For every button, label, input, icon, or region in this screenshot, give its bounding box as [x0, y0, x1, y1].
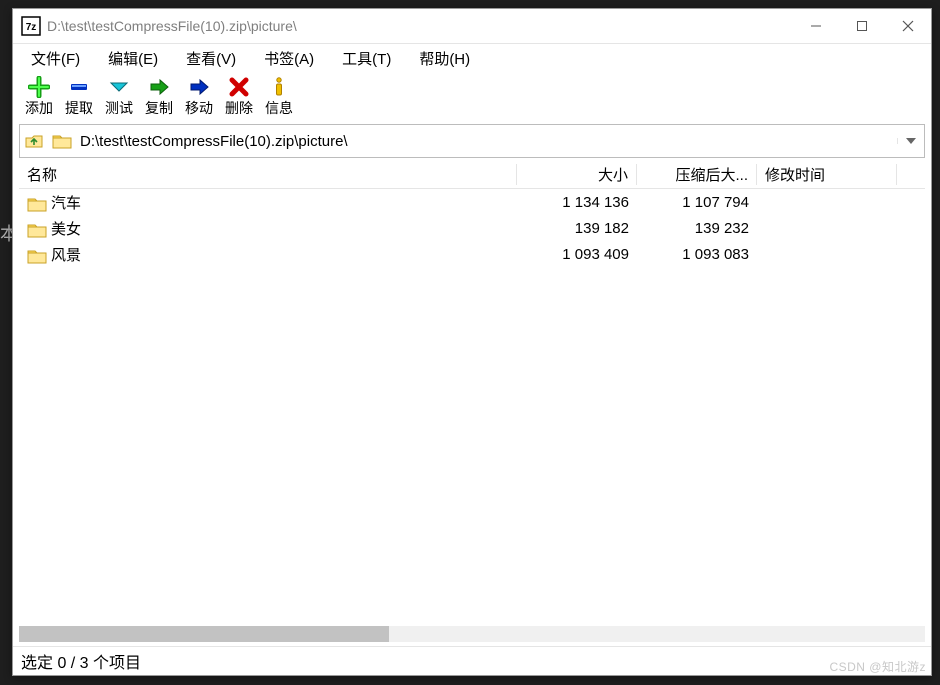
arrow-right-green-icon [148, 76, 170, 98]
statusbar: 选定 0 / 3 个项目 [13, 646, 931, 675]
add-button[interactable]: 添加 [19, 76, 59, 118]
plus-icon [28, 76, 50, 98]
close-button[interactable] [885, 9, 931, 43]
horizontal-scrollbar[interactable] [19, 626, 925, 642]
info-icon [268, 76, 290, 98]
menu-view[interactable]: 查看(V) [172, 44, 250, 73]
toolbar: 添加 提取 测试 复制 移动 删除 信息 [13, 72, 931, 120]
info-label: 信息 [265, 98, 293, 118]
cell-name: 风景 [19, 244, 517, 265]
maximize-button[interactable] [839, 9, 885, 43]
col-name-header[interactable]: 名称 [19, 164, 517, 185]
pathbar [19, 124, 925, 158]
delete-button[interactable]: 删除 [219, 76, 259, 118]
extract-label: 提取 [65, 98, 93, 118]
path-input[interactable] [76, 126, 897, 156]
file-list: 名称 大小 压缩后大... 修改时间 汽车1 134 1361 107 794美… [13, 160, 931, 646]
folder-icon [48, 133, 76, 149]
x-red-icon [228, 76, 250, 98]
delete-label: 删除 [225, 98, 253, 118]
cell-size: 1 134 136 [517, 194, 637, 211]
cell-packed: 1 107 794 [637, 194, 757, 211]
up-folder-button[interactable] [20, 132, 48, 150]
menu-tools[interactable]: 工具(T) [328, 44, 405, 73]
path-dropdown-button[interactable] [897, 138, 924, 144]
copy-label: 复制 [145, 98, 173, 118]
cell-name: 美女 [19, 218, 517, 239]
table-row[interactable]: 汽车1 134 1361 107 794 [19, 189, 925, 215]
col-size-header[interactable]: 大小 [517, 164, 637, 185]
menu-help[interactable]: 帮助(H) [405, 44, 484, 73]
arrow-right-blue-icon [188, 76, 210, 98]
col-modified-header[interactable]: 修改时间 [757, 164, 897, 185]
window-title: D:\test\testCompressFile(10).zip\picture… [47, 18, 297, 34]
extract-button[interactable]: 提取 [59, 76, 99, 118]
svg-text:7z: 7z [26, 22, 37, 33]
column-headers: 名称 大小 压缩后大... 修改时间 [19, 160, 925, 189]
menu-file[interactable]: 文件(F) [17, 44, 94, 73]
cell-packed: 139 232 [637, 220, 757, 237]
info-button[interactable]: 信息 [259, 76, 299, 118]
table-row[interactable]: 风景1 093 4091 093 083 [19, 241, 925, 267]
add-label: 添加 [25, 98, 53, 118]
minimize-button[interactable] [793, 9, 839, 43]
minus-icon [68, 76, 90, 98]
test-label: 测试 [105, 98, 133, 118]
menu-edit[interactable]: 编辑(E) [94, 44, 172, 73]
status-text: 选定 0 / 3 个项目 [21, 649, 141, 673]
titlebar: 7z D:\test\testCompressFile(10).zip\pict… [13, 9, 931, 44]
scroll-thumb[interactable] [19, 626, 389, 642]
cell-size: 1 093 409 [517, 246, 637, 263]
menu-bookmarks[interactable]: 书签(A) [250, 44, 328, 73]
rows-container: 汽车1 134 1361 107 794美女139 182139 232风景1 … [19, 189, 925, 626]
test-button[interactable]: 测试 [99, 76, 139, 118]
table-row[interactable]: 美女139 182139 232 [19, 215, 925, 241]
col-packed-header[interactable]: 压缩后大... [637, 164, 757, 185]
cell-size: 139 182 [517, 220, 637, 237]
menubar: 文件(F) 编辑(E) 查看(V) 书签(A) 工具(T) 帮助(H) [13, 44, 931, 72]
check-down-icon [108, 76, 130, 98]
app-icon-7z: 7z [21, 16, 41, 36]
move-label: 移动 [185, 98, 213, 118]
cell-name: 汽车 [19, 192, 517, 213]
move-button[interactable]: 移动 [179, 76, 219, 118]
copy-button[interactable]: 复制 [139, 76, 179, 118]
cell-packed: 1 093 083 [637, 246, 757, 263]
app-window: 7z D:\test\testCompressFile(10).zip\pict… [12, 8, 932, 676]
